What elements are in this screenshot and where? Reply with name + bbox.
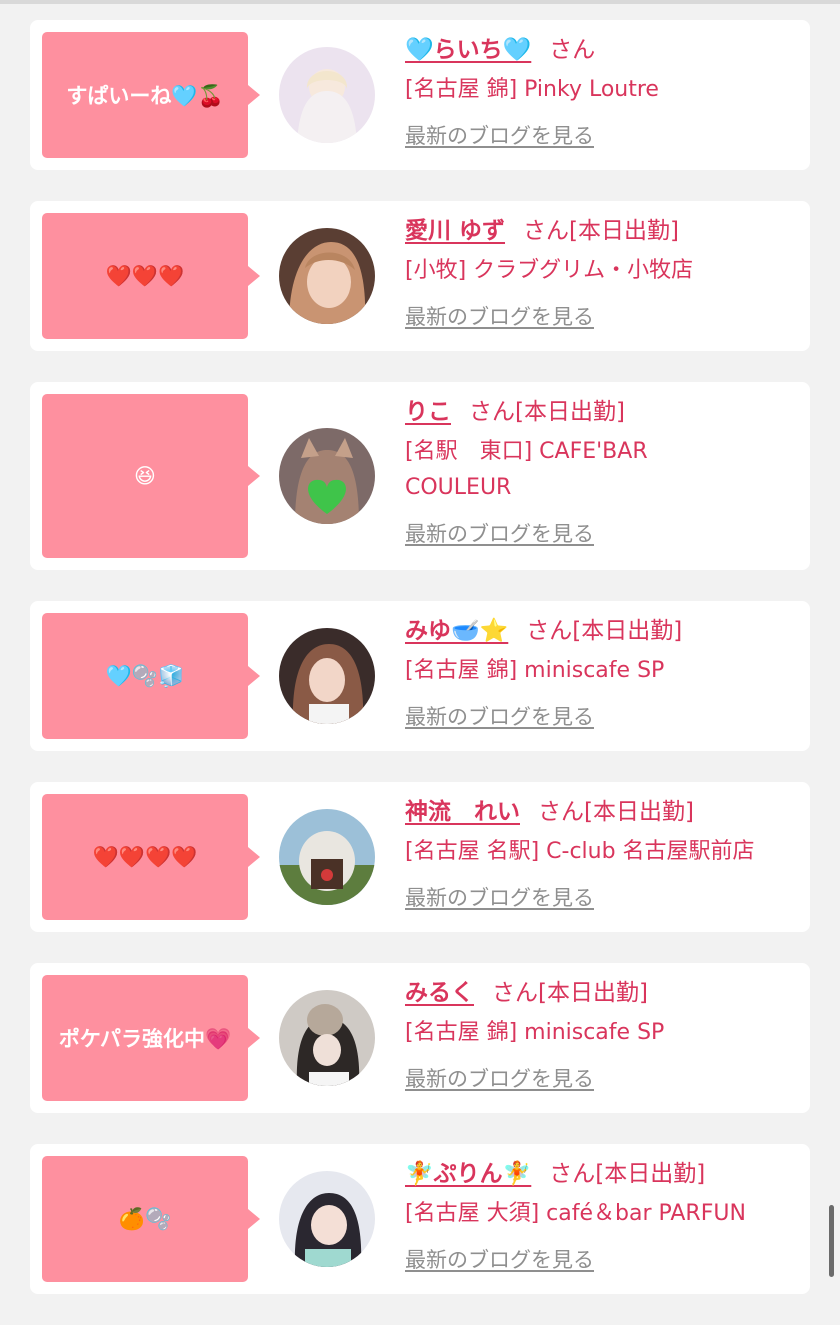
avatar-photo-icon [279, 990, 375, 1086]
name-line: りこ さん[本日出勤] [405, 394, 796, 430]
avatar-photo-icon [279, 809, 375, 905]
avatar[interactable] [279, 1171, 375, 1267]
name-line: 愛川 ゆず さん[本日出勤] [405, 213, 796, 249]
latest-blog-link[interactable]: 最新のブログを見る [405, 1244, 594, 1274]
shop-name: [小牧] クラブグリム・小牧店 [405, 258, 694, 283]
name-line: みゆ🥣⭐ さん[本日出勤] [405, 613, 796, 649]
girl-name-link[interactable]: 🧚ぷりん🧚 [405, 1161, 531, 1187]
latest-blog-link[interactable]: 最新のブログを見る [405, 518, 594, 548]
avatar-photo-icon [279, 228, 375, 324]
shop-name: [名古屋 錦] miniscafe SP [405, 658, 665, 683]
name-suffix: さん[本日出勤] [492, 980, 648, 1006]
latest-blog-link[interactable]: 最新のブログを見る [405, 120, 594, 150]
name-suffix: さん[本日出勤] [523, 218, 679, 244]
name-suffix: さん[本日出勤] [469, 399, 625, 425]
entry-info: みるく さん[本日出勤] [名古屋 錦] miniscafe SP 最新のブログを… [405, 975, 796, 1093]
comment-bubble: 🍊🫧 [42, 1156, 260, 1282]
shop-name: [名古屋 名駅] C-club 名古屋駅前店 [405, 839, 755, 864]
girl-name-link[interactable]: りこ [405, 399, 451, 425]
name-line: 🧚ぷりん🧚 さん[本日出勤] [405, 1156, 796, 1192]
comment-bubble: すぱいーね🩵🍒 [42, 32, 260, 158]
avatar-photo-icon [279, 47, 375, 143]
comment-bubble: 🩵🫧🧊 [42, 613, 260, 739]
entry-info: 愛川 ゆず さん[本日出勤] [小牧] クラブグリム・小牧店 最新のブログを見る [405, 213, 796, 331]
list-item: 😆 りこ さん[本日出勤] [名駅 東口] CAFE'BAR COULEUR 最新… [30, 382, 810, 570]
latest-blog-link[interactable]: 最新のブログを見る [405, 701, 594, 731]
shop-name: [名駅 東口] CAFE'BAR COULEUR [405, 439, 648, 500]
avatar[interactable] [279, 47, 375, 143]
list-item: 🍊🫧 🧚ぷりん🧚 さん[本日出勤] [名古屋 大須] café＆bar PARFU… [30, 1144, 810, 1294]
girl-name-link[interactable]: みゆ🥣⭐ [405, 618, 508, 644]
list-item: すぱいーね🩵🍒 🩵らいち🩵 さん [名古屋 錦] Pinky Loutre 最新の… [30, 20, 810, 170]
avatar[interactable] [279, 990, 375, 1086]
entry-info: 神流 れい さん[本日出勤] [名古屋 名駅] C-club 名古屋駅前店 最新の… [405, 794, 796, 912]
comment-bubble: ❤️❤️❤️❤️ [42, 794, 260, 920]
entry-info: みゆ🥣⭐ さん[本日出勤] [名古屋 錦] miniscafe SP 最新のブログ… [405, 613, 796, 731]
shop-name: [名古屋 大須] café＆bar PARFUN [405, 1201, 746, 1226]
shop-name: [名古屋 錦] miniscafe SP [405, 1020, 665, 1045]
girl-name-link[interactable]: 🩵らいち🩵 [405, 37, 531, 63]
list-item: 🩵🫧🧊 みゆ🥣⭐ さん[本日出勤] [名古屋 錦] miniscafe SP 最新… [30, 601, 810, 751]
avatar-photo-icon [279, 1171, 375, 1267]
name-suffix: さん [549, 37, 596, 63]
latest-blog-link[interactable]: 最新のブログを見る [405, 1063, 594, 1093]
name-suffix: さん[本日出勤] [549, 1161, 706, 1187]
list-item: ポケパラ強化中💗 みるく さん[本日出勤] [名古屋 錦] miniscafe S… [30, 963, 810, 1113]
avatar-photo-icon [279, 628, 375, 724]
entry-info: 🩵らいち🩵 さん [名古屋 錦] Pinky Loutre 最新のブログを見る [405, 32, 796, 150]
list-item: ❤️❤️❤️❤️ 神流 れい さん[本日出勤] [名古屋 名駅] C-club 名… [30, 782, 810, 932]
list-item: ❤️❤️❤️ 愛川 ゆず さん[本日出勤] [小牧] クラブグリム・小牧店 最新の… [30, 201, 810, 351]
comment-bubble: ポケパラ強化中💗 [42, 975, 260, 1101]
scrollbar[interactable] [829, 1205, 834, 1277]
avatar[interactable] [279, 809, 375, 905]
name-suffix: さん[本日出勤] [538, 799, 694, 825]
avatar[interactable] [279, 228, 375, 324]
avatar-photo-icon [279, 428, 375, 524]
name-line: 🩵らいち🩵 さん [405, 32, 796, 68]
avatar[interactable] [279, 428, 375, 524]
entry-info: りこ さん[本日出勤] [名駅 東口] CAFE'BAR COULEUR 最新のブ… [405, 394, 796, 548]
name-line: みるく さん[本日出勤] [405, 975, 796, 1011]
entry-info: 🧚ぷりん🧚 さん[本日出勤] [名古屋 大須] café＆bar PARFUN 最… [405, 1156, 796, 1274]
shop-name: [名古屋 錦] Pinky Loutre [405, 77, 659, 102]
name-line: 神流 れい さん[本日出勤] [405, 794, 796, 830]
girl-name-link[interactable]: 愛川 ゆず [405, 218, 505, 244]
latest-blog-link[interactable]: 最新のブログを見る [405, 301, 594, 331]
avatar[interactable] [279, 628, 375, 724]
comment-bubble: ❤️❤️❤️ [42, 213, 260, 339]
top-divider [0, 0, 840, 4]
girls-list: すぱいーね🩵🍒 🩵らいち🩵 さん [名古屋 錦] Pinky Loutre 最新の… [30, 20, 810, 1325]
name-suffix: さん[本日出勤] [526, 618, 683, 644]
latest-blog-link[interactable]: 最新のブログを見る [405, 882, 594, 912]
girl-name-link[interactable]: 神流 れい [405, 799, 520, 825]
comment-bubble: 😆 [42, 394, 260, 558]
girl-name-link[interactable]: みるく [405, 980, 474, 1006]
